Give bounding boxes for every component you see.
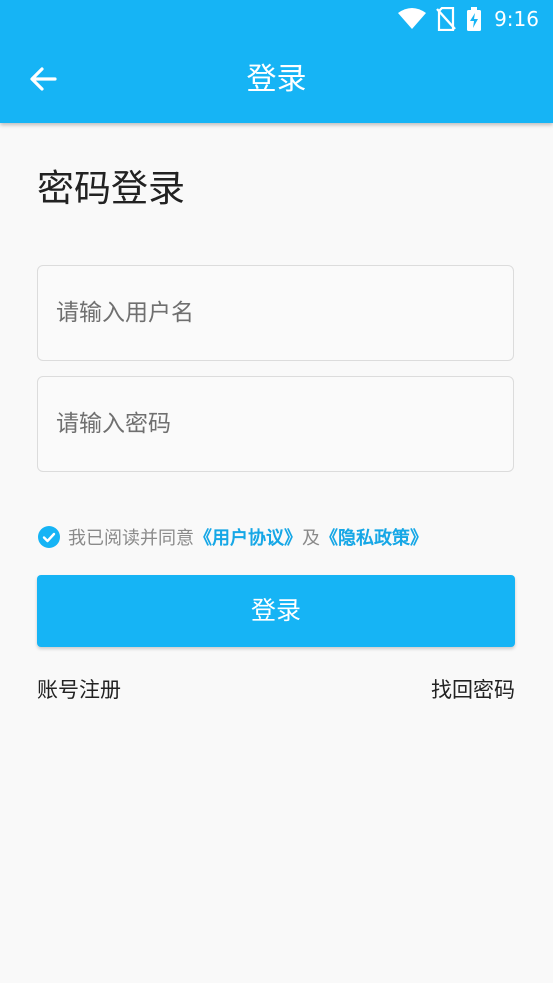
wifi-icon <box>398 8 427 30</box>
forgot-password-link[interactable]: 找回密码 <box>431 676 515 704</box>
app-header: 9:16 登录 <box>0 0 553 123</box>
password-input[interactable] <box>38 377 513 471</box>
login-button[interactable]: 登录 <box>37 575 515 647</box>
username-field <box>37 265 514 361</box>
username-input[interactable] <box>38 266 513 360</box>
user-agreement-link[interactable]: 《用户协议》 <box>194 524 302 550</box>
agreement-prefix: 我已阅读并同意 <box>68 528 194 549</box>
agreement-and: 及 <box>302 528 320 549</box>
battery-charging-icon <box>466 7 482 31</box>
agreement-row: 我已阅读并同意 《用户协议》 及 《隐私政策》 <box>38 524 428 550</box>
privacy-policy-link[interactable]: 《隐私政策》 <box>320 524 428 550</box>
agreement-checkbox[interactable] <box>38 526 60 548</box>
login-heading: 密码登录 <box>37 167 185 210</box>
password-field <box>37 376 514 472</box>
status-time: 9:16 <box>494 7 539 31</box>
register-link[interactable]: 账号注册 <box>37 676 121 704</box>
no-sim-icon <box>436 7 456 31</box>
page-title: 登录 <box>246 62 307 97</box>
status-bar: 9:16 <box>398 6 539 32</box>
check-circle-icon <box>38 526 60 548</box>
